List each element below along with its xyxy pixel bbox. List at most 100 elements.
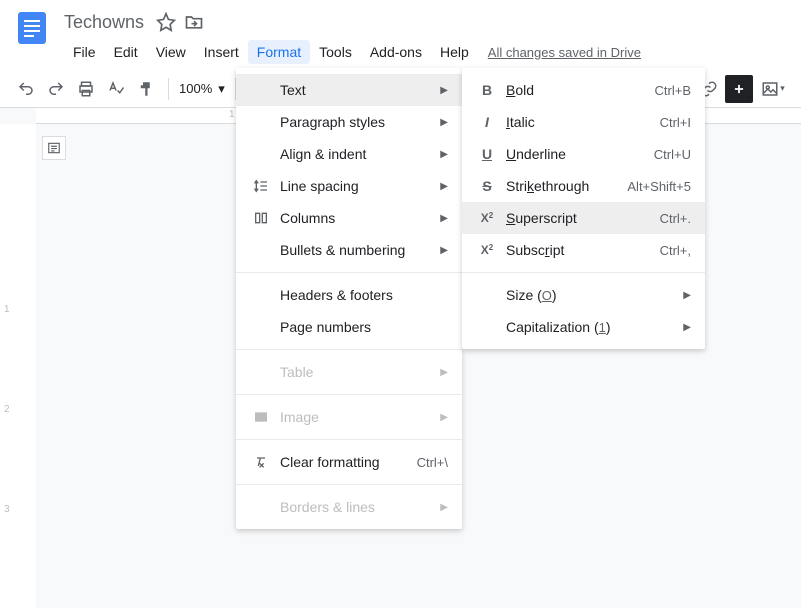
vertical-ruler: 1 2 3 xyxy=(0,124,36,608)
chevron-right-icon: ▶ xyxy=(683,290,691,301)
label: Superscript xyxy=(506,210,660,226)
chevron-right-icon: ▶ xyxy=(440,367,448,378)
spellcheck-button[interactable] xyxy=(102,75,130,103)
menu-tools[interactable]: Tools xyxy=(310,40,361,64)
menu-capitalization[interactable]: Capitalization (1) ▶ xyxy=(462,311,705,343)
zoom-select[interactable]: 100%▾ xyxy=(175,81,229,97)
chevron-right-icon: ▶ xyxy=(440,213,448,224)
separator xyxy=(236,439,462,440)
chevron-right-icon: ▶ xyxy=(440,117,448,128)
label: Subscript xyxy=(506,242,660,258)
move-icon[interactable] xyxy=(184,12,204,32)
separator xyxy=(236,484,462,485)
chevron-right-icon: ▶ xyxy=(683,322,691,333)
label: Columns xyxy=(280,210,432,226)
shortcut: Ctrl+I xyxy=(660,115,691,130)
menu-subscript[interactable]: X2 Subscript Ctrl+, xyxy=(462,234,705,266)
label: Bullets & numbering xyxy=(280,242,432,258)
label: Line spacing xyxy=(280,178,432,194)
label: Strikethrough xyxy=(506,178,627,194)
label: Italic xyxy=(506,114,660,130)
menu-edit[interactable]: Edit xyxy=(105,40,147,64)
comment-button[interactable] xyxy=(725,75,753,103)
menu-clear-formatting[interactable]: Clear formatting Ctrl+\ xyxy=(236,446,462,478)
label: Paragraph styles xyxy=(280,114,432,130)
italic-icon: I xyxy=(476,114,498,130)
image-button[interactable]: ▾ xyxy=(759,75,787,103)
menu-text[interactable]: Text ▶ xyxy=(236,74,462,106)
label: Borders & lines xyxy=(280,499,432,515)
menu-italic[interactable]: I Italic Ctrl+I xyxy=(462,106,705,138)
menu-paragraph-styles[interactable]: Paragraph styles ▶ xyxy=(236,106,462,138)
paint-format-button[interactable] xyxy=(132,75,160,103)
menu-bold[interactable]: B Bold Ctrl+B xyxy=(462,74,705,106)
label: Underline xyxy=(506,146,654,162)
shortcut: Ctrl+B xyxy=(655,83,691,98)
separator xyxy=(168,78,169,100)
label: Bold xyxy=(506,82,655,98)
saved-status[interactable]: All changes saved in Drive xyxy=(488,45,641,60)
clear-format-icon xyxy=(250,454,272,470)
bold-icon: B xyxy=(476,82,498,98)
outline-toggle[interactable] xyxy=(42,136,66,160)
line-spacing-icon xyxy=(250,178,272,194)
separator xyxy=(236,349,462,350)
separator xyxy=(462,272,705,273)
label: Headers & footers xyxy=(280,287,448,303)
ruler-mark: 3 xyxy=(4,504,10,515)
menu-strikethrough[interactable]: S Strikethrough Alt+Shift+5 xyxy=(462,170,705,202)
menu-page-numbers[interactable]: Page numbers xyxy=(236,311,462,343)
chevron-down-icon: ▾ xyxy=(218,81,225,97)
columns-icon xyxy=(250,210,272,226)
menu-format[interactable]: Format xyxy=(248,40,310,64)
chevron-right-icon: ▶ xyxy=(440,149,448,160)
menu-superscript[interactable]: X2 Superscript Ctrl+. xyxy=(462,202,705,234)
ruler-mark: 2 xyxy=(4,404,10,415)
subscript-icon: X2 xyxy=(476,243,498,257)
shortcut: Ctrl+U xyxy=(654,147,691,162)
chevron-right-icon: ▶ xyxy=(440,502,448,513)
strike-icon: S xyxy=(476,178,498,194)
label: Page numbers xyxy=(280,319,448,335)
chevron-right-icon: ▶ xyxy=(440,412,448,423)
text-submenu: B Bold Ctrl+B I Italic Ctrl+I U Underlin… xyxy=(462,68,705,349)
menu-align-indent[interactable]: Align & indent ▶ xyxy=(236,138,462,170)
label: Text xyxy=(280,82,432,98)
document-title[interactable]: Techowns xyxy=(64,12,144,33)
ruler-mark: 1 xyxy=(4,304,10,315)
star-icon[interactable] xyxy=(156,12,176,32)
superscript-icon: X2 xyxy=(476,211,498,225)
docs-logo[interactable] xyxy=(12,8,52,48)
menu-image: Image ▶ xyxy=(236,401,462,433)
shortcut: Ctrl+, xyxy=(660,243,691,258)
shortcut: Alt+Shift+5 xyxy=(627,179,691,194)
menu-bullets-numbering[interactable]: Bullets & numbering ▶ xyxy=(236,234,462,266)
ruler-mark: 1 xyxy=(229,109,235,120)
print-button[interactable] xyxy=(72,75,100,103)
image-icon xyxy=(250,409,272,425)
label: Clear formatting xyxy=(280,454,417,470)
label: Size (O) xyxy=(506,287,675,303)
underline-icon: U xyxy=(476,146,498,162)
menu-view[interactable]: View xyxy=(147,40,195,64)
menu-addons[interactable]: Add-ons xyxy=(361,40,431,64)
chevron-right-icon: ▶ xyxy=(440,245,448,256)
menu-file[interactable]: File xyxy=(64,40,105,64)
redo-button[interactable] xyxy=(42,75,70,103)
menu-underline[interactable]: U Underline Ctrl+U xyxy=(462,138,705,170)
menu-size[interactable]: Size (O) ▶ xyxy=(462,279,705,311)
undo-button[interactable] xyxy=(12,75,40,103)
label: Image xyxy=(280,409,432,425)
menu-help[interactable]: Help xyxy=(431,40,478,64)
menu-line-spacing[interactable]: Line spacing ▶ xyxy=(236,170,462,202)
separator xyxy=(236,394,462,395)
menu-headers-footers[interactable]: Headers & footers xyxy=(236,279,462,311)
chevron-right-icon: ▶ xyxy=(440,181,448,192)
chevron-right-icon: ▶ xyxy=(440,85,448,96)
separator xyxy=(236,272,462,273)
label: Capitalization (1) xyxy=(506,319,675,335)
format-dropdown: Text ▶ Paragraph styles ▶ Align & indent… xyxy=(236,68,462,529)
menu-columns[interactable]: Columns ▶ xyxy=(236,202,462,234)
menu-borders-lines: Borders & lines ▶ xyxy=(236,491,462,523)
menu-insert[interactable]: Insert xyxy=(195,40,248,64)
